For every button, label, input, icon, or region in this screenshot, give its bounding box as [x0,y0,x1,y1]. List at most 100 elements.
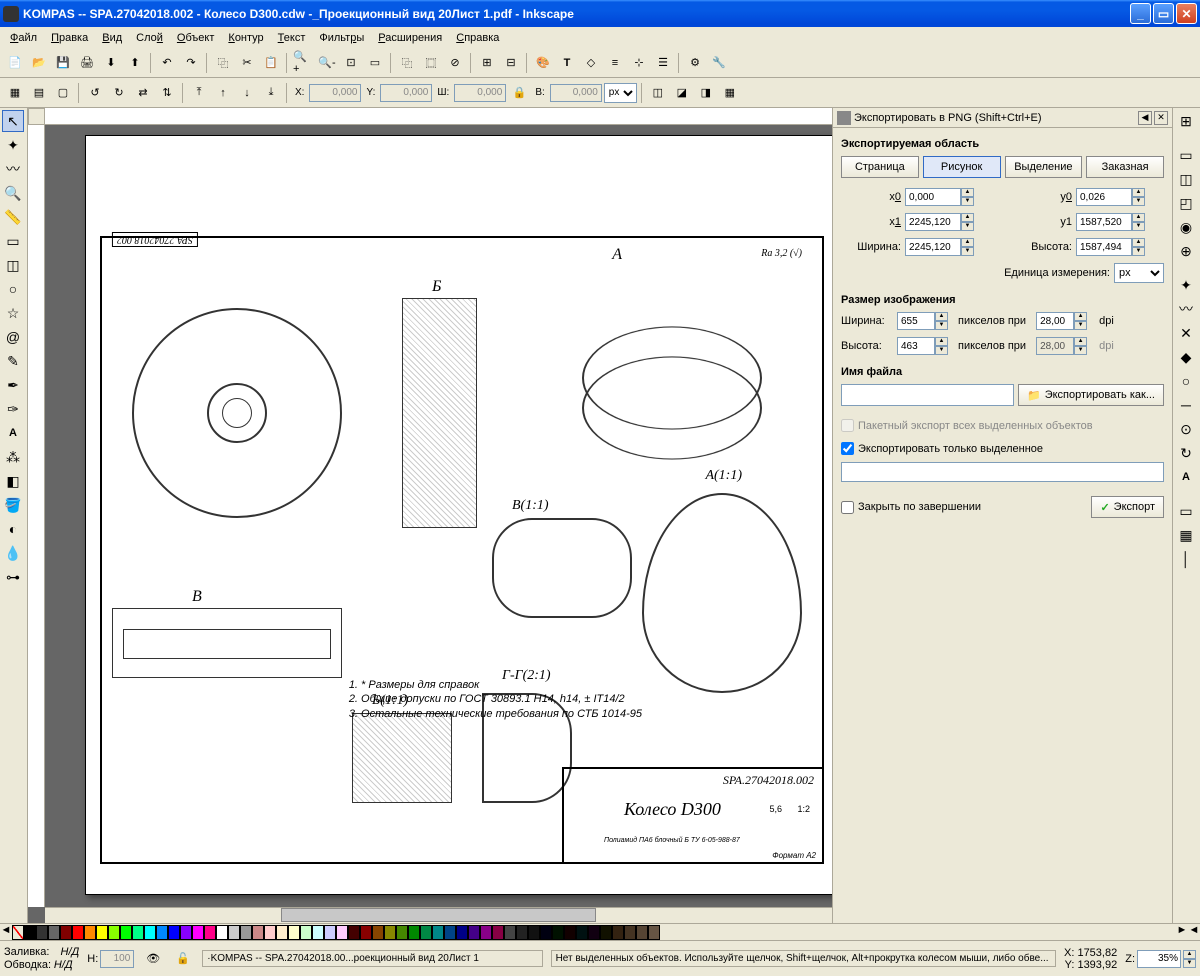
snap-edge-icon[interactable]: ◫ [1175,168,1197,190]
document-tab[interactable]: ·KOMPAS -- SPA.27042018.00...роекционный… [202,950,542,967]
snap-rotation-icon[interactable]: ↻ [1175,442,1197,464]
color-swatch[interactable] [204,925,216,940]
snap-enable-icon[interactable]: ⊞ [1175,110,1197,132]
ungroup-icon[interactable]: ⊟ [500,52,522,74]
gradient-tool-icon[interactable]: ◐ [2,518,24,540]
snap-midpoint-icon[interactable]: ◉ [1175,216,1197,238]
snap-line-mid-icon[interactable]: ─ [1175,394,1197,416]
lock-icon[interactable]: 🔒 [508,82,530,104]
canvas-area[interactable]: SPA.27042018.002 Ra 3,2 (√) А Б [28,108,832,923]
palette-menu[interactable]: ◄ [1188,924,1200,939]
menu-object[interactable]: Объект [171,30,220,46]
color-swatch[interactable] [528,925,540,940]
color-swatch[interactable] [516,925,528,940]
color-swatch[interactable] [396,925,408,940]
opacity-input[interactable] [100,950,134,968]
color-swatch[interactable] [480,925,492,940]
ruler-vertical[interactable] [28,125,45,907]
group-icon[interactable]: ⊞ [476,52,498,74]
lower-bottom-icon[interactable]: ⤓ [260,82,282,104]
transform-icon[interactable]: ⊹ [628,52,650,74]
menu-edit[interactable]: Правка [45,30,94,46]
zoom-page-icon[interactable]: ▭ [364,52,386,74]
w-input[interactable] [454,84,506,102]
ruler-horizontal[interactable] [45,108,832,125]
minimize-button[interactable]: _ [1130,3,1151,24]
export-icon[interactable]: ⬆ [124,52,146,74]
calligraphy-tool-icon[interactable]: ✑ [2,398,24,420]
color-swatch[interactable] [588,925,600,940]
text-dialog-icon[interactable]: T [556,52,578,74]
color-swatch[interactable] [504,925,516,940]
layer-visibility-icon[interactable]: 👁 [142,948,164,970]
color-swatch[interactable] [648,925,660,940]
menu-layer[interactable]: Слой [130,30,169,46]
canvas[interactable]: SPA.27042018.002 Ra 3,2 (√) А Б [45,125,832,907]
x1-input[interactable]: ▲▼ [905,213,974,231]
snap-corner-icon[interactable]: ◰ [1175,192,1197,214]
zoom-fit-icon[interactable]: ⊡ [340,52,362,74]
menu-file[interactable]: Файл [4,30,43,46]
3dbox-tool-icon[interactable]: ◫ [2,254,24,276]
cb-hide[interactable] [841,442,854,455]
y1-input[interactable]: ▲▼ [1076,213,1145,231]
flip-v-icon[interactable]: ⇅ [156,82,178,104]
color-swatch[interactable] [60,925,72,940]
raise-icon[interactable]: ↑ [212,82,234,104]
close-button[interactable]: ✕ [1176,3,1197,24]
color-swatch[interactable] [408,925,420,940]
color-swatch[interactable] [108,925,120,940]
tab-drawing[interactable]: Рисунок [923,156,1001,178]
area-height-input[interactable]: ▲▼ [1076,238,1145,256]
area-width-input[interactable]: ▲▼ [905,238,974,256]
new-icon[interactable]: 📄 [4,52,26,74]
eraser-tool-icon[interactable]: ◧ [2,470,24,492]
color-swatch[interactable] [612,925,624,940]
h-input[interactable] [550,84,602,102]
color-swatch[interactable] [312,925,324,940]
color-swatch[interactable] [564,925,576,940]
cb-close[interactable] [841,501,854,514]
layers-icon[interactable]: ☰ [652,52,674,74]
color-swatch[interactable] [300,925,312,940]
unit-select[interactable]: px [604,83,637,103]
affect-gradient-icon[interactable]: ◨ [695,82,717,104]
color-swatch[interactable] [456,925,468,940]
deselect-icon[interactable]: ▢ [52,82,74,104]
undo-icon[interactable]: ↶ [156,52,178,74]
color-swatch[interactable] [48,925,60,940]
tweak-tool-icon[interactable]: 〰 [2,158,24,180]
connector-tool-icon[interactable]: ⊶ [2,566,24,588]
color-swatch[interactable] [168,925,180,940]
node-tool-icon[interactable]: ✦ [2,134,24,156]
export-as-button[interactable]: 📁 Экспортировать как... [1018,384,1164,406]
redo-icon[interactable]: ↷ [180,52,202,74]
export-button[interactable]: ✓Экспорт [1091,496,1164,518]
open-icon[interactable]: 📂 [28,52,50,74]
text-tool-icon[interactable]: A [2,422,24,444]
spiral-tool-icon[interactable]: @ [2,326,24,348]
palette-scroll-right[interactable]: ► [1176,924,1188,939]
panel-dock-button[interactable]: ◀ [1138,111,1152,125]
bezier-tool-icon[interactable]: ✒ [2,374,24,396]
docprefs-icon[interactable]: 🔧 [708,52,730,74]
color-swatch[interactable] [120,925,132,940]
import-icon[interactable]: ⬇ [100,52,122,74]
menu-text[interactable]: Текст [272,30,312,46]
ellipse-tool-icon[interactable]: ○ [2,278,24,300]
color-swatch[interactable] [252,925,264,940]
color-swatch[interactable] [264,925,276,940]
save-icon[interactable]: 💾 [52,52,74,74]
snap-center-icon[interactable]: ⊕ [1175,240,1197,262]
selector-tool-icon[interactable]: ↖ [2,110,24,132]
select-all-icon[interactable]: ▦ [4,82,26,104]
snap-object-center-icon[interactable]: ⊙ [1175,418,1197,440]
affect-pattern-icon[interactable]: ▦ [719,82,741,104]
color-swatch[interactable] [552,925,564,940]
snap-node-icon[interactable]: ✦ [1175,274,1197,296]
maximize-button[interactable]: ▭ [1153,3,1174,24]
xml-icon[interactable]: ◇ [580,52,602,74]
color-swatch[interactable] [180,925,192,940]
snap-intersect-icon[interactable]: ✕ [1175,322,1197,344]
color-swatch[interactable] [72,925,84,940]
